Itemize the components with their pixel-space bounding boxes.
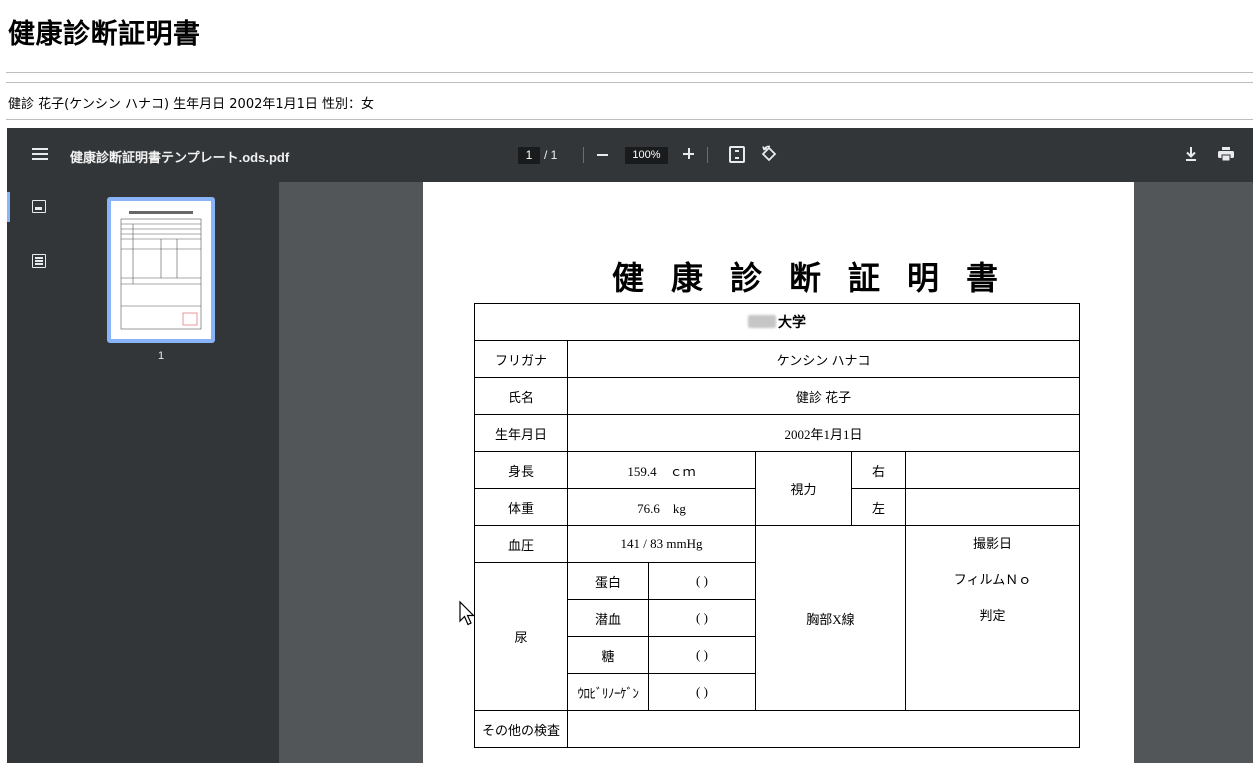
vision-right-label: 右 (851, 451, 906, 489)
protein-label: 蛋白 (567, 562, 649, 600)
fit-to-page-icon[interactable] (729, 146, 745, 163)
occult-blood-value: ( ) (648, 599, 756, 637)
toolbar-divider (707, 147, 708, 163)
weight-label: 体重 (474, 488, 568, 526)
height-label: 身長 (474, 451, 568, 489)
xray-date-label: 撮影日 (973, 536, 1013, 551)
pdf-viewer: 健康診断証明書テンプレート.ods.pdf 1 / 1 100% 1 健康診断証… (7, 128, 1253, 763)
protein-value: ( ) (648, 562, 756, 600)
thumbnails-icon[interactable] (32, 200, 46, 213)
thumbnail-preview (120, 211, 202, 330)
redacted-text (748, 315, 777, 328)
zoom-input[interactable]: 100% (625, 147, 668, 164)
occult-blood-label: 潜血 (567, 599, 649, 637)
pdf-page: 健康診断証明書 大学 フリガナ ケンシン ハナコ 氏名 健診 花子 生年月日 2… (423, 182, 1134, 763)
xray-details: 撮影日 フィルムＮｏ 判定 (904, 525, 1081, 711)
other-tests-label: その他の検査 (474, 710, 568, 748)
weight-value: 76.6 kg (567, 488, 756, 526)
sugar-value: ( ) (648, 636, 756, 674)
page-thumbnail[interactable] (107, 197, 215, 343)
name-label: 氏名 (474, 377, 568, 415)
urobilinogen-value: ( ) (648, 673, 756, 711)
dob-label: 生年月日 (474, 414, 568, 452)
divider (6, 119, 1253, 120)
blood-pressure-value: 141 / 83 mmHg (567, 525, 756, 563)
height-value: 159.4 ｃｍ (567, 451, 756, 489)
divider (6, 72, 1253, 73)
zoom-in-icon[interactable] (681, 146, 695, 162)
page-number-input[interactable]: 1 (518, 147, 540, 164)
xray-film-label: フィルムＮｏ (953, 572, 1032, 587)
urobilinogen-label: ｳﾛﾋﾞﾘﾉｰｹﾞﾝ (567, 673, 649, 711)
sugar-label: 糖 (567, 636, 649, 674)
patient-info: 健診 花子(ケンシン ハナコ) 生年月日 2002年1月1日 性別：女 (8, 97, 375, 112)
vision-left-value (904, 488, 1081, 526)
document-outline-icon[interactable] (32, 254, 46, 268)
thumbnail-page-number: 1 (157, 350, 165, 362)
file-name: 健康診断証明書テンプレート.ods.pdf (70, 150, 290, 165)
viewer-toolbar: 健康診断証明書テンプレート.ods.pdf 1 / 1 100% (7, 128, 1253, 182)
page-total: / 1 (544, 148, 558, 162)
zoom-out-icon[interactable] (597, 154, 608, 156)
page-title: 健康診断証明書 (8, 19, 201, 50)
xray-judgement-label: 判定 (979, 608, 1006, 623)
print-icon[interactable] (1218, 147, 1234, 161)
menu-icon[interactable] (32, 148, 48, 161)
furigana-value: ケンシン ハナコ (566, 340, 1081, 378)
urine-label: 尿 (474, 562, 568, 711)
toolbar-divider (583, 147, 584, 163)
vision-label: 視力 (755, 451, 852, 526)
vision-right-value (904, 451, 1081, 489)
name-value: 健診 花子 (566, 377, 1081, 415)
xray-label: 胸部X線 (755, 525, 906, 711)
certificate-table: 大学 フリガナ ケンシン ハナコ 氏名 健診 花子 生年月日 2002年1月1日… (473, 303, 1081, 748)
download-icon[interactable] (1184, 146, 1198, 162)
vision-left-label: 左 (851, 488, 906, 526)
other-tests-value (566, 710, 1081, 748)
blood-pressure-label: 血圧 (474, 525, 568, 563)
mouse-pointer-icon (459, 600, 475, 626)
rotate-icon[interactable] (760, 145, 778, 163)
active-indicator (7, 192, 10, 222)
university-cell: 大学 (473, 303, 1081, 341)
sidebar-rail (7, 182, 57, 763)
dob-value: 2002年1月1日 (566, 414, 1081, 452)
furigana-label: フリガナ (474, 340, 568, 378)
thumbnail-panel: 1 (57, 182, 279, 763)
divider (6, 82, 1253, 83)
certificate-title: 健康診断証明書 (611, 260, 1025, 296)
